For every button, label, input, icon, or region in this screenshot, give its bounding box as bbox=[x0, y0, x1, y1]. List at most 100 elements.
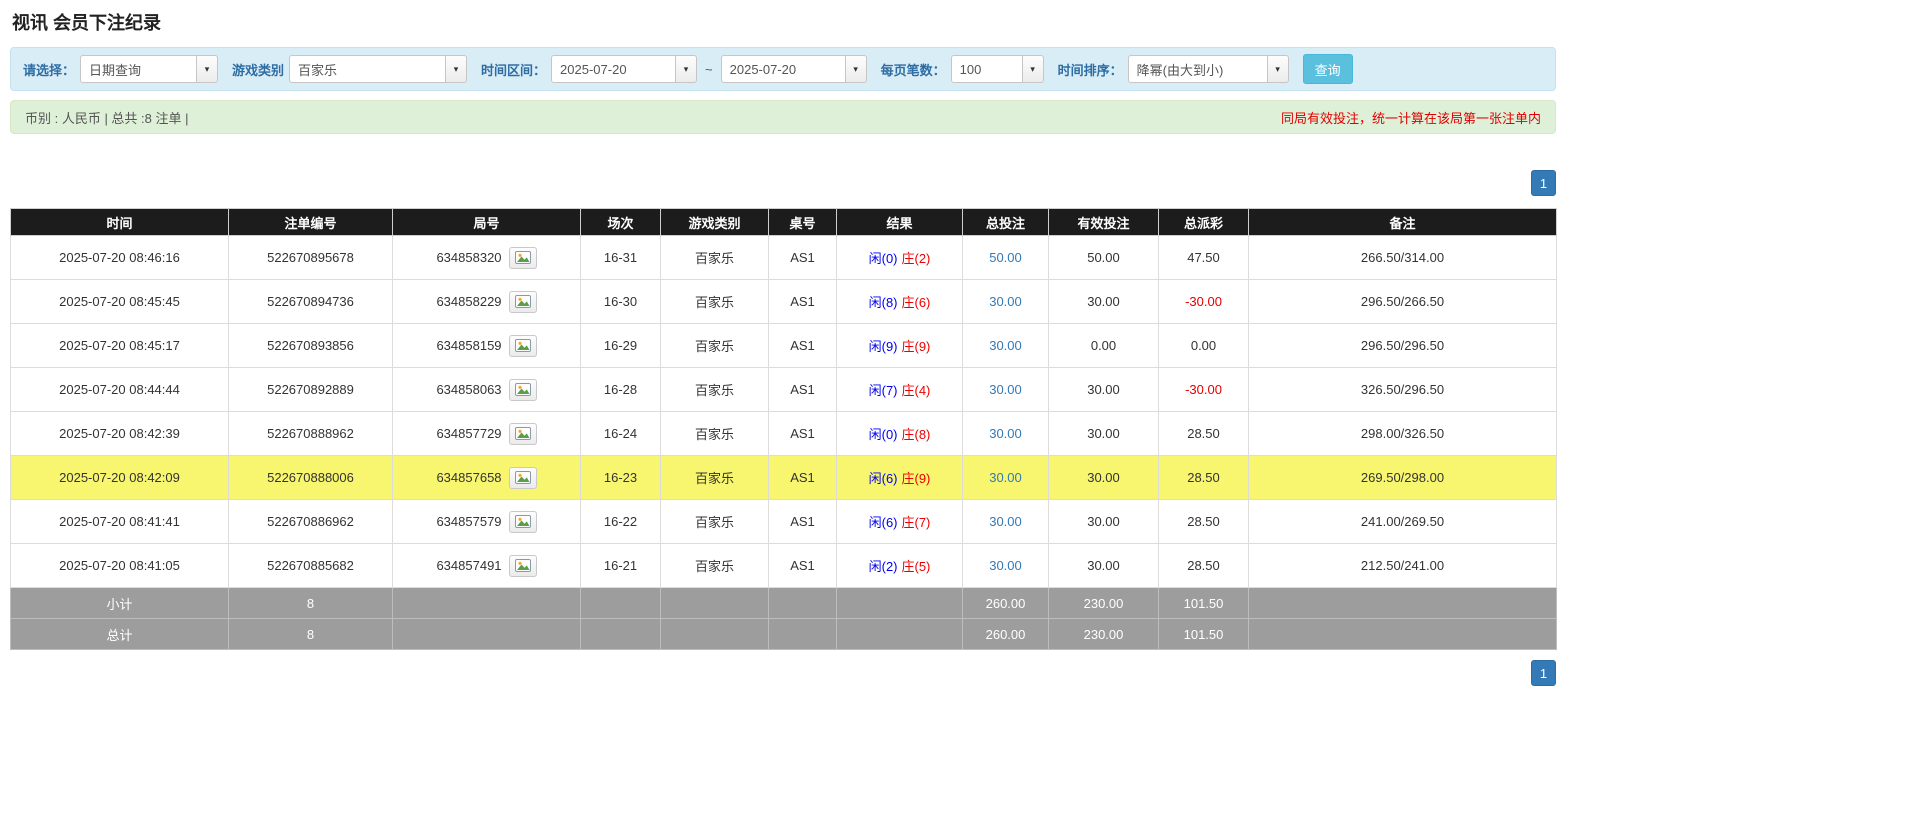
pagination-page-1-top[interactable]: 1 bbox=[1531, 170, 1556, 196]
replay-button[interactable] bbox=[508, 510, 537, 533]
cell-valid-bet: 30.00 bbox=[1048, 367, 1159, 412]
cell-session: 16-31 bbox=[580, 235, 661, 280]
result-banker: 庄(7) bbox=[901, 515, 931, 530]
table-row[interactable]: 2025-07-20 08:45:17 522670893856 6348581… bbox=[10, 323, 1557, 368]
cell-time: 2025-07-20 08:41:41 bbox=[10, 499, 229, 544]
subtotal-valid-bet: 230.00 bbox=[1048, 587, 1159, 619]
date-to-dropdown-button[interactable]: ▾ bbox=[844, 55, 867, 83]
cell-time: 2025-07-20 08:46:16 bbox=[10, 235, 229, 280]
date-from-input[interactable] bbox=[551, 55, 677, 83]
time-sort-label: 时间排序： bbox=[1057, 62, 1123, 78]
time-sort-dropdown-button[interactable]: ▾ bbox=[1266, 55, 1289, 83]
cell-payout: -30.00 bbox=[1158, 279, 1249, 324]
cell-session: 16-22 bbox=[580, 499, 661, 544]
cell-payout: 0.00 bbox=[1158, 323, 1249, 368]
date-from-combobox: ▾ bbox=[551, 55, 698, 83]
query-type-dropdown-button[interactable]: ▾ bbox=[196, 55, 219, 83]
cell-round-id: 634857579 bbox=[392, 499, 581, 544]
page-size-combobox: ▾ bbox=[950, 55, 1044, 83]
cell-remark: 241.00/269.50 bbox=[1248, 499, 1557, 544]
replay-button[interactable] bbox=[508, 378, 537, 401]
empty-cell bbox=[580, 618, 661, 650]
replay-button[interactable] bbox=[508, 466, 537, 489]
replay-button[interactable] bbox=[508, 422, 537, 445]
header-table-no: 桌号 bbox=[768, 208, 837, 236]
replay-button[interactable] bbox=[508, 334, 537, 357]
table-row[interactable]: 2025-07-20 08:41:05 522670885682 6348574… bbox=[10, 543, 1557, 588]
cell-total-bet: 30.00 bbox=[962, 323, 1049, 368]
cell-result: 闲(2) 庄(5) bbox=[836, 543, 963, 588]
time-sort-combobox: ▾ bbox=[1127, 55, 1289, 83]
cell-valid-bet: 30.00 bbox=[1048, 411, 1159, 456]
total-bet-link[interactable]: 30.00 bbox=[989, 382, 1022, 397]
cell-session: 16-23 bbox=[580, 455, 661, 500]
empty-cell bbox=[836, 587, 963, 619]
date-to-input[interactable] bbox=[720, 55, 846, 83]
time-sort-input[interactable] bbox=[1127, 55, 1268, 83]
empty-cell bbox=[392, 587, 581, 619]
round-id-text: 634858320 bbox=[436, 250, 502, 265]
total-bet-link[interactable]: 30.00 bbox=[989, 294, 1022, 309]
table-header-row: 时间 注单编号 局号 场次 游戏类别 桌号 结果 总投注 有效投注 总派彩 备注 bbox=[10, 208, 1557, 236]
cell-result: 闲(7) 庄(4) bbox=[836, 367, 963, 412]
page-size-input[interactable] bbox=[950, 55, 1023, 83]
cell-total-bet: 30.00 bbox=[962, 279, 1049, 324]
records-table: 时间 注单编号 局号 场次 游戏类别 桌号 结果 总投注 有效投注 总派彩 备注… bbox=[10, 208, 1557, 650]
replay-icon bbox=[514, 295, 531, 308]
result-banker: 庄(4) bbox=[901, 383, 931, 398]
table-row[interactable]: 2025-07-20 08:41:41 522670886962 6348575… bbox=[10, 499, 1557, 544]
page-title: 视讯 会员下注纪录 bbox=[12, 13, 162, 33]
chevron-down-icon: ▾ bbox=[1275, 63, 1280, 74]
cell-remark: 266.50/314.00 bbox=[1248, 235, 1557, 280]
total-bet-link[interactable]: 50.00 bbox=[989, 250, 1022, 265]
table-row[interactable]: 2025-07-20 08:42:39 522670888962 6348577… bbox=[10, 411, 1557, 456]
query-button[interactable]: 查询 bbox=[1302, 54, 1353, 84]
cell-payout: -30.00 bbox=[1158, 367, 1249, 412]
cell-session: 16-24 bbox=[580, 411, 661, 456]
empty-cell bbox=[1248, 587, 1557, 619]
replay-button[interactable] bbox=[508, 290, 537, 313]
cell-time: 2025-07-20 08:45:17 bbox=[10, 323, 229, 368]
pagination-page-1-bottom[interactable]: 1 bbox=[1531, 660, 1556, 686]
cell-table-no: AS1 bbox=[768, 499, 837, 544]
game-type-input[interactable] bbox=[289, 55, 447, 83]
replay-icon bbox=[514, 471, 531, 484]
header-payout: 总派彩 bbox=[1158, 208, 1249, 236]
cell-game-type: 百家乐 bbox=[660, 411, 769, 456]
game-type-combobox: ▾ bbox=[289, 55, 468, 83]
cell-bet-id: 522670888006 bbox=[228, 455, 393, 500]
replay-icon bbox=[514, 251, 531, 264]
page-size-dropdown-button[interactable]: ▾ bbox=[1021, 55, 1044, 83]
date-from-dropdown-button[interactable]: ▾ bbox=[675, 55, 698, 83]
game-type-dropdown-button[interactable]: ▾ bbox=[445, 55, 468, 83]
table-row[interactable]: 2025-07-20 08:45:45 522670894736 6348582… bbox=[10, 279, 1557, 324]
date-to-combobox: ▾ bbox=[720, 55, 867, 83]
cell-total-bet: 30.00 bbox=[962, 543, 1049, 588]
cell-table-no: AS1 bbox=[768, 323, 837, 368]
empty-cell bbox=[836, 618, 963, 650]
result-player: 闲(0) bbox=[868, 427, 898, 442]
replay-button[interactable] bbox=[508, 554, 537, 577]
query-type-input[interactable] bbox=[80, 55, 198, 83]
cell-time: 2025-07-20 08:45:45 bbox=[10, 279, 229, 324]
table-row[interactable]: 2025-07-20 08:42:09 522670888006 6348576… bbox=[10, 455, 1557, 500]
table-row[interactable]: 2025-07-20 08:44:44 522670892889 6348580… bbox=[10, 367, 1557, 412]
table-row[interactable]: 2025-07-20 08:46:16 522670895678 6348583… bbox=[10, 235, 1557, 280]
total-label: 总计 bbox=[10, 618, 229, 650]
total-bet-link[interactable]: 30.00 bbox=[989, 514, 1022, 529]
empty-cell bbox=[768, 587, 837, 619]
total-total-bet: 260.00 bbox=[962, 618, 1049, 650]
total-bet-link[interactable]: 30.00 bbox=[989, 338, 1022, 353]
cell-remark: 296.50/296.50 bbox=[1248, 323, 1557, 368]
total-bet-link[interactable]: 30.00 bbox=[989, 426, 1022, 441]
cell-total-bet: 30.00 bbox=[962, 367, 1049, 412]
replay-button[interactable] bbox=[508, 246, 537, 269]
result-player: 闲(2) bbox=[868, 559, 898, 574]
total-bet-link[interactable]: 30.00 bbox=[989, 470, 1022, 485]
total-bet-link[interactable]: 30.00 bbox=[989, 558, 1022, 573]
cell-game-type: 百家乐 bbox=[660, 499, 769, 544]
cell-game-type: 百家乐 bbox=[660, 323, 769, 368]
cell-session: 16-29 bbox=[580, 323, 661, 368]
cell-round-id: 634858320 bbox=[392, 235, 581, 280]
cell-game-type: 百家乐 bbox=[660, 455, 769, 500]
